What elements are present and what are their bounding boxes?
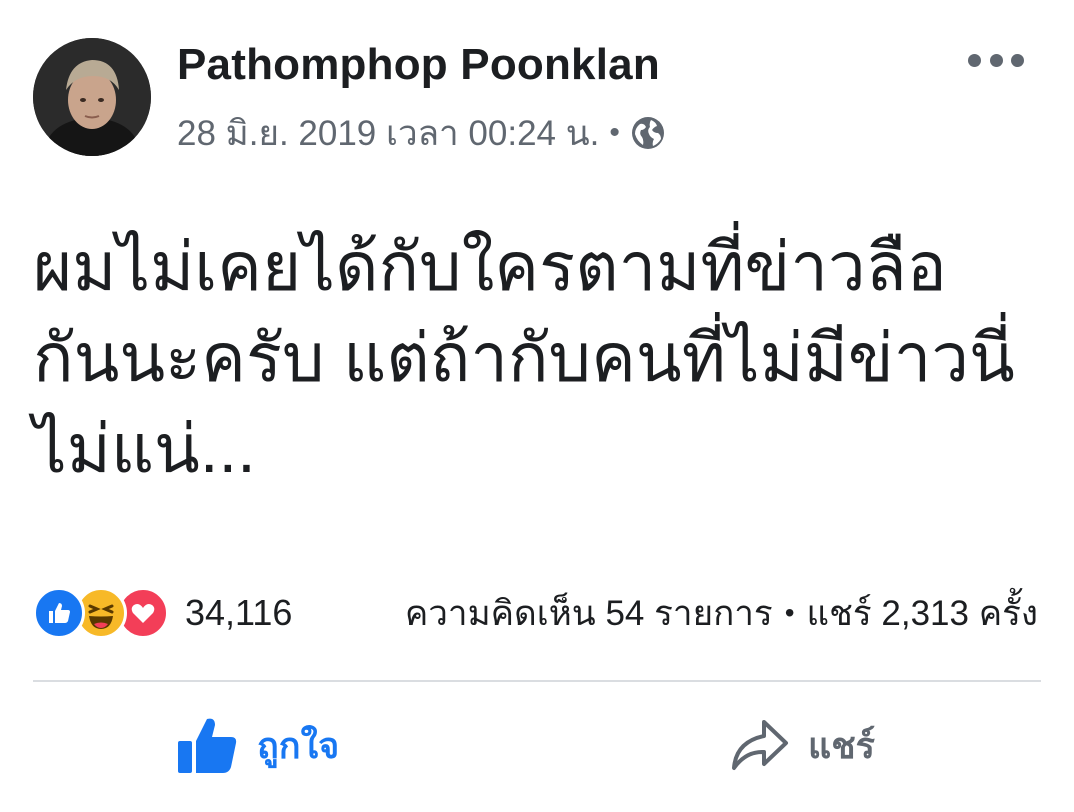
thumbs-up-icon — [178, 718, 237, 773]
share-button-label: แชร์ — [808, 724, 875, 766]
share-button[interactable]: แชร์ — [728, 712, 875, 778]
divider — [33, 680, 1041, 682]
post-meta: 28 มิ.ย. 2019 เวลา 00:24 น. • — [177, 110, 666, 156]
reaction-count: 34,116 — [185, 592, 293, 633]
more-options-button[interactable] — [968, 48, 1024, 72]
meta-separator: • — [609, 116, 620, 149]
post-body: ผมไม่เคยได้กับใครตามที่ข่าวลือ กันนะครับ… — [33, 222, 1043, 495]
more-dot-icon — [1011, 53, 1024, 67]
author-name[interactable]: Pathomphop Poonklan — [177, 40, 660, 90]
post-text-line: ผมไม่เคยได้กับใครตามที่ข่าวลือ — [33, 230, 947, 305]
more-dot-icon — [989, 53, 1003, 67]
like-button-label: ถูกใจ — [257, 724, 340, 766]
share-arrow-icon — [732, 720, 788, 770]
like-reaction-icon — [33, 587, 85, 639]
like-button[interactable]: ถูกใจ — [175, 712, 339, 778]
comment-count[interactable]: ความคิดเห็น 54 รายการ — [405, 586, 773, 641]
post-timestamp[interactable]: 28 มิ.ย. 2019 เวลา 00:24 น. — [177, 106, 599, 161]
author-avatar[interactable] — [33, 38, 151, 156]
post-text-line: กันนะครับ แต่ถ้ากับคนที่ไม่มีข่าวนี่ — [33, 321, 1015, 396]
stats-separator: • — [784, 597, 795, 628]
more-dot-icon — [968, 53, 981, 67]
share-count[interactable]: แชร์ 2,313 ครั้ง — [807, 586, 1038, 641]
globe-icon[interactable] — [630, 115, 666, 151]
post-text-line: ไม่แน่... — [33, 412, 256, 487]
engagement-stats: ความคิดเห็น 54 รายการ • แชร์ 2,313 ครั้ง — [405, 590, 1038, 636]
reactions-summary[interactable]: 34,116 — [33, 587, 293, 639]
avatar-photo — [33, 38, 151, 156]
